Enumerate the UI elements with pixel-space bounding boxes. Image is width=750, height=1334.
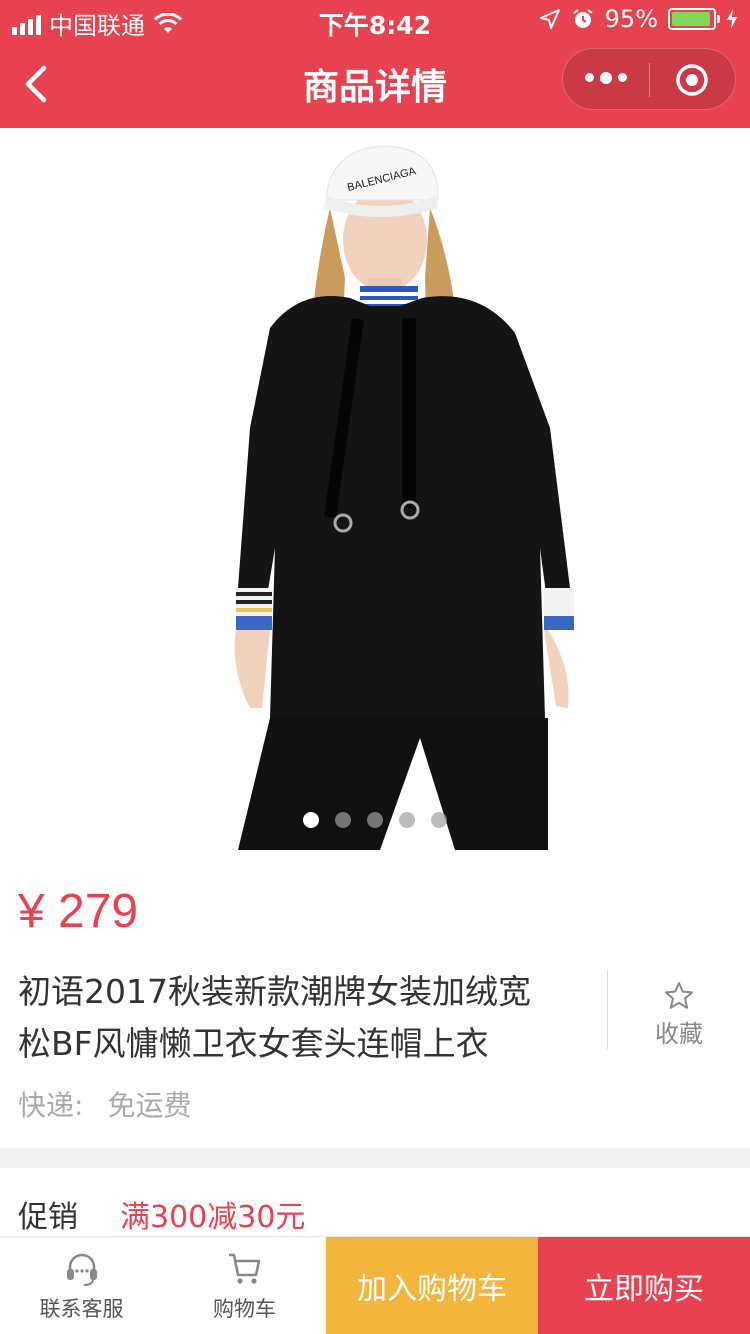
shipping-label: 快递: bbox=[18, 1089, 84, 1122]
product-image-carousel[interactable]: BALENCIAGA bbox=[0, 128, 750, 850]
cart-label: 购物车 bbox=[213, 1297, 276, 1321]
nav-bar: 商品详情 bbox=[0, 40, 750, 128]
miniprogram-capsule bbox=[562, 48, 736, 110]
cart-button[interactable]: 购物车 bbox=[163, 1237, 326, 1334]
product-info: ¥ 279 初语2017秋装新款潮牌女装加绒宽 松BF风慵懒卫衣女套头连帽上衣 … bbox=[0, 850, 750, 1148]
customer-service-label: 联系客服 bbox=[39, 1297, 124, 1321]
carousel-dot[interactable] bbox=[367, 812, 383, 828]
carousel-dot[interactable] bbox=[399, 812, 415, 828]
favorite-button[interactable]: 收藏 bbox=[607, 970, 750, 1050]
carousel-dot[interactable] bbox=[303, 812, 319, 828]
favorite-label: 收藏 bbox=[655, 1020, 703, 1048]
shipping-value: 免运费 bbox=[107, 1089, 192, 1122]
add-to-cart-button[interactable]: 加入购物车 bbox=[326, 1237, 538, 1334]
customer-service-button[interactable]: 联系客服 bbox=[0, 1237, 163, 1334]
product-photo: BALENCIAGA bbox=[234, 145, 574, 850]
top-bar: 中国联通 下午8:42 95% 商品详情 bbox=[0, 0, 750, 128]
carousel-dot[interactable] bbox=[431, 812, 447, 828]
status-bar: 中国联通 下午8:42 95% bbox=[0, 0, 750, 40]
buy-now-button[interactable]: 立即购买 bbox=[538, 1237, 750, 1334]
promotion-row[interactable]: 促销 满300减30元 bbox=[0, 1168, 750, 1236]
product-title-line: 松BF风慵懒卫衣女套头连帽上衣 bbox=[18, 1024, 489, 1063]
headset-icon bbox=[66, 1253, 97, 1286]
product-title-line: 初语2017秋装新款潮牌女装加绒宽 bbox=[18, 972, 531, 1011]
battery-icon bbox=[668, 8, 720, 30]
carousel-indicator bbox=[0, 812, 750, 828]
cart-icon bbox=[228, 1253, 260, 1284]
star-icon bbox=[665, 982, 693, 1009]
product-price: ¥ 279 bbox=[18, 885, 139, 938]
alarm-icon bbox=[573, 9, 593, 28]
more-dots-icon[interactable] bbox=[585, 72, 627, 84]
carousel-dot[interactable] bbox=[335, 812, 351, 828]
section-divider bbox=[0, 1148, 750, 1168]
shipping-info: 快递: 免运费 bbox=[18, 1084, 191, 1124]
location-arrow-icon bbox=[539, 9, 560, 29]
target-circle-icon[interactable] bbox=[675, 63, 709, 97]
promotion-value: 满300减30元 bbox=[120, 1200, 306, 1235]
battery-percent: 95% bbox=[604, 5, 658, 33]
bottom-action-bar: 联系客服 购物车 加入购物车 立即购买 bbox=[0, 1236, 750, 1334]
promotion-label: 促销 bbox=[18, 1200, 78, 1235]
product-title: 初语2017秋装新款潮牌女装加绒宽 松BF风慵懒卫衣女套头连帽上衣 bbox=[18, 966, 578, 1070]
charging-icon bbox=[727, 9, 737, 29]
